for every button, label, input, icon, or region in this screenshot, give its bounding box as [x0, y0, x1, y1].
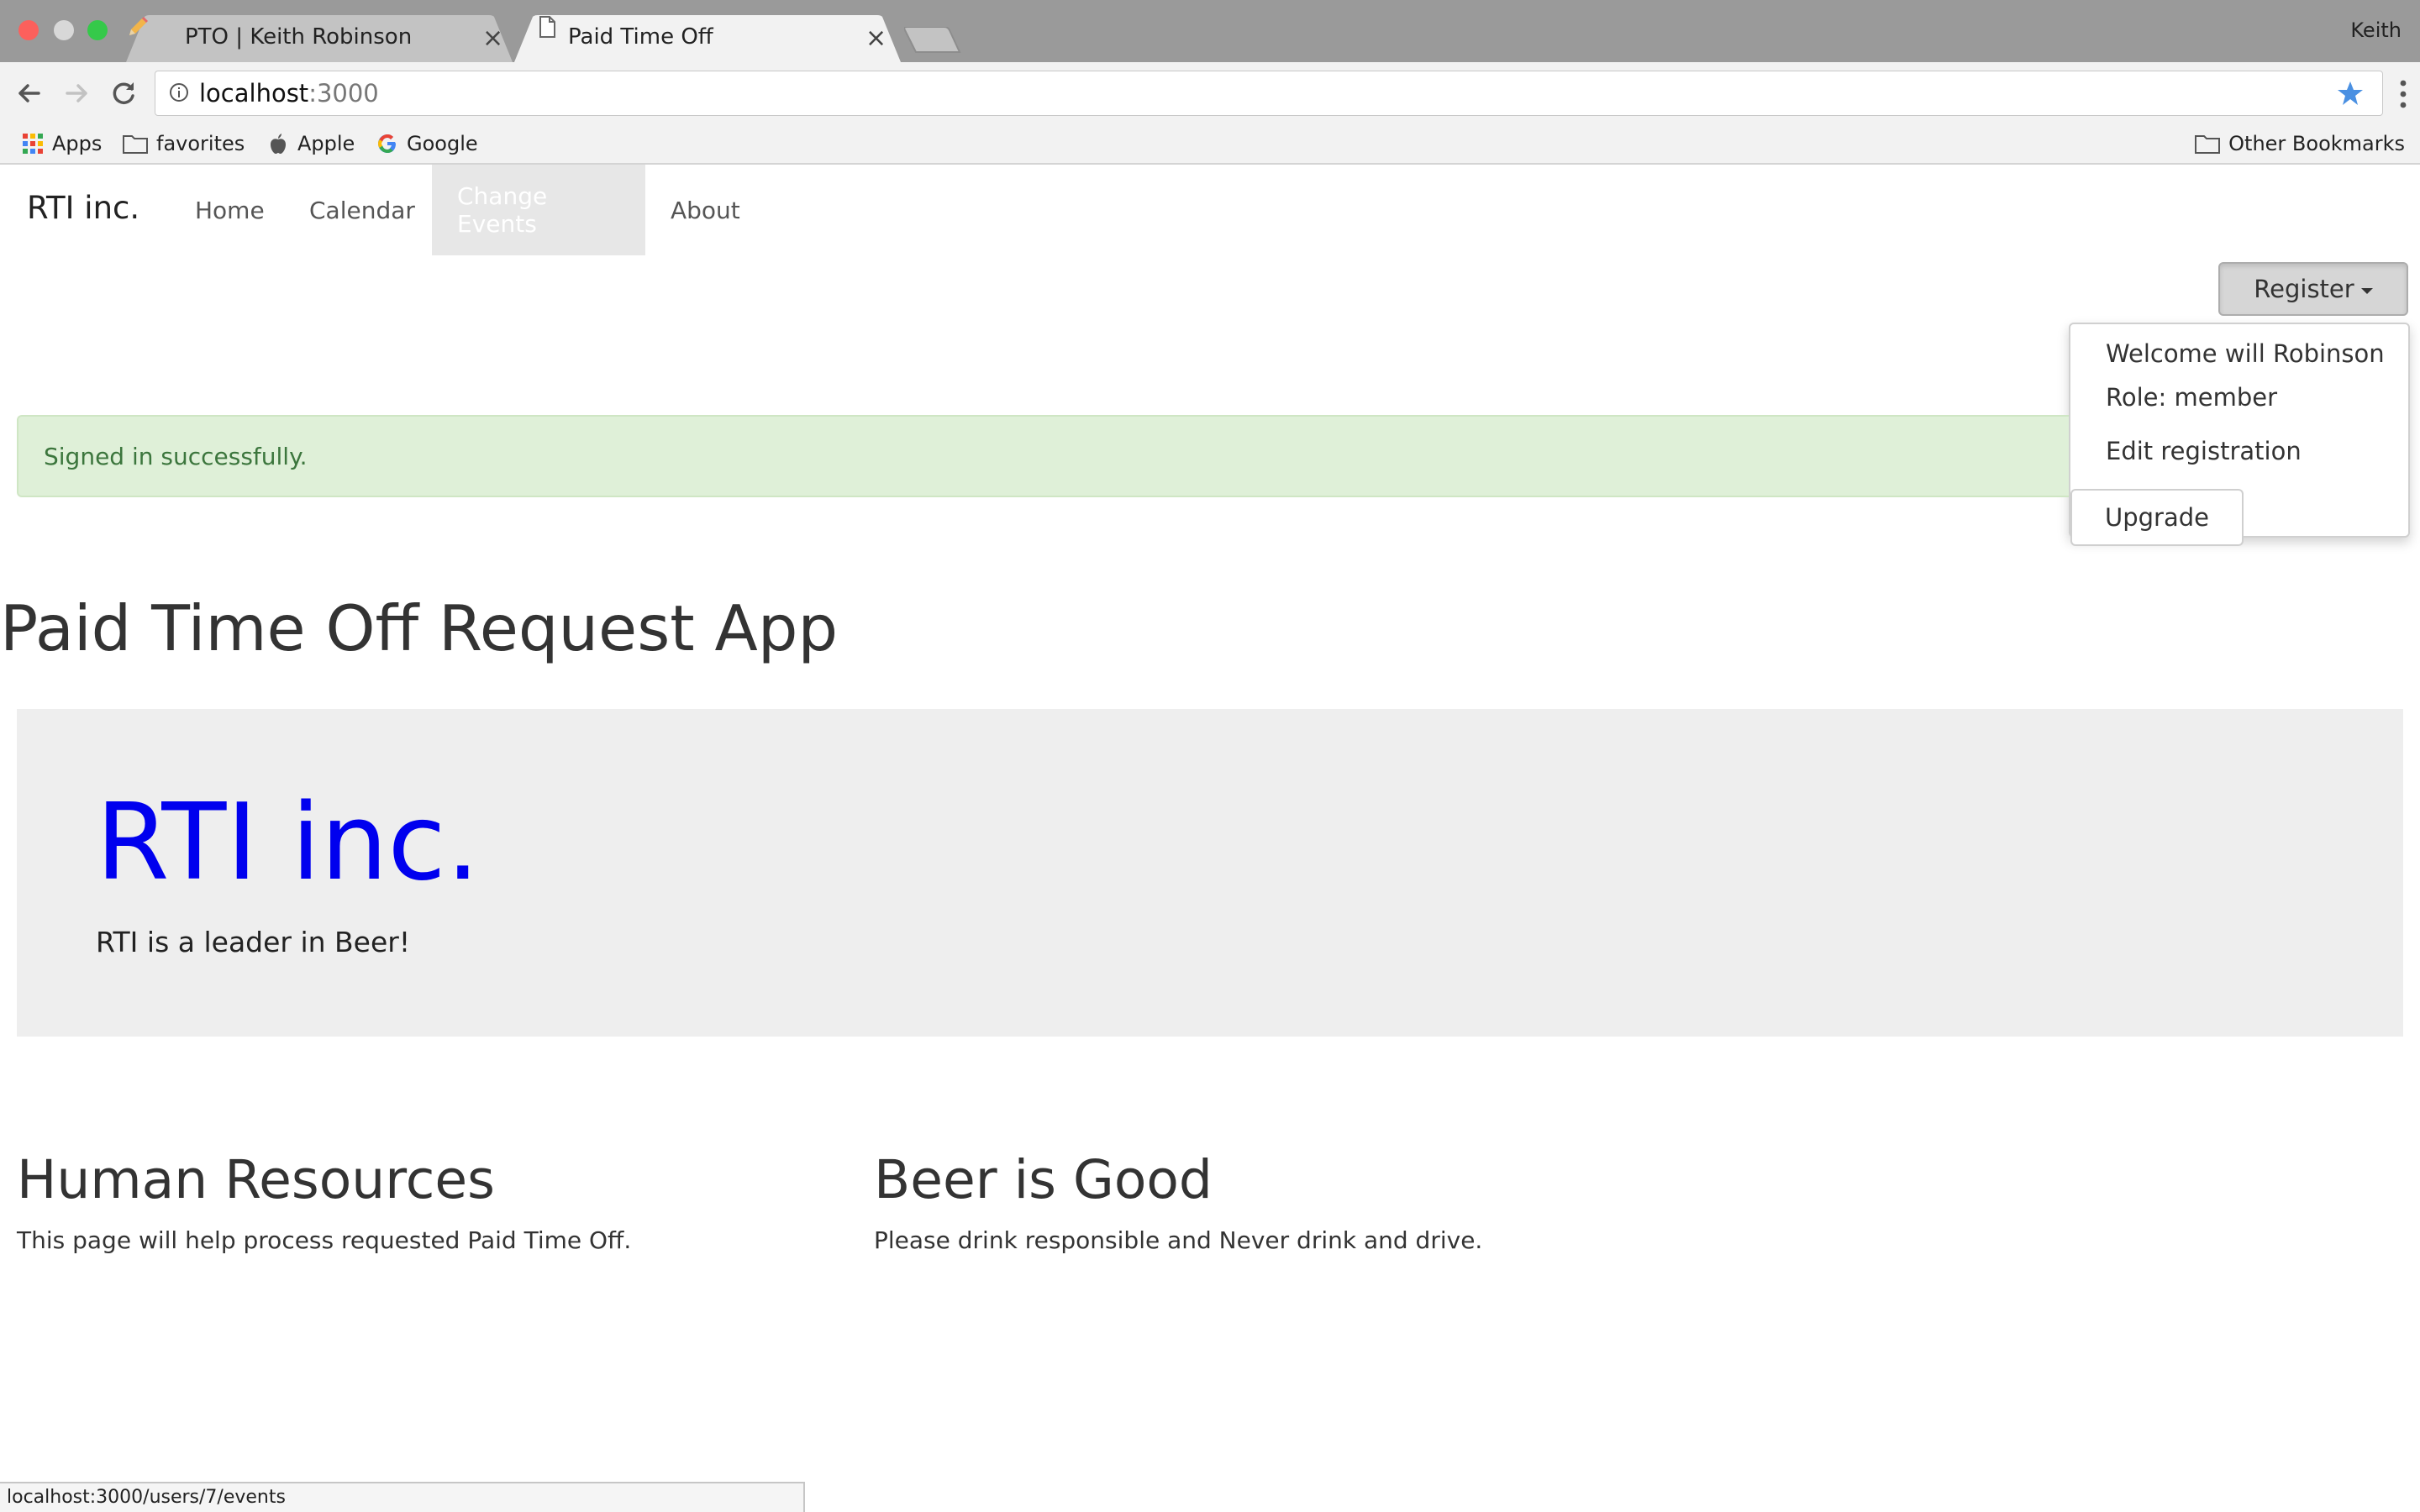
folder-icon: [2195, 135, 2221, 154]
status-url: localhost:3000/users/7/events: [7, 1487, 286, 1508]
bookmark-favorites[interactable]: favorites: [123, 124, 245, 163]
bookmarks-bar: Apps favorites Apple Google Other Bookma…: [0, 124, 2420, 165]
reload-icon[interactable]: [106, 76, 141, 111]
bookmark-label: Apps: [52, 132, 103, 155]
back-arrow-icon[interactable]: [12, 76, 47, 111]
bookmark-other-bookmarks[interactable]: Other Bookmarks: [2195, 124, 2405, 163]
forward-arrow-icon[interactable]: [59, 76, 94, 111]
flash-alert: Signed in successfully.: [17, 415, 2069, 497]
account-dropdown-menu: Welcome will Robinson Role: member Edit …: [2069, 323, 2410, 546]
maximize-window-icon[interactable]: [87, 20, 108, 40]
navbar-brand[interactable]: RTI inc.: [27, 190, 139, 226]
tab-title: Paid Time Off: [568, 24, 713, 50]
browser-tab-strip: PTO | Keith Robinson × Paid Time Off × K…: [0, 0, 2420, 62]
folder-icon: [123, 135, 148, 154]
close-tab-icon[interactable]: ×: [865, 22, 886, 55]
bookmark-google[interactable]: Google: [376, 124, 478, 163]
info-icon[interactable]: [169, 82, 189, 102]
profile-name[interactable]: Keith: [2350, 18, 2402, 42]
alert-message: Signed in successfully.: [44, 443, 308, 470]
close-window-icon[interactable]: [18, 20, 39, 40]
nav-change-events[interactable]: Change Events: [432, 165, 645, 255]
page-title: Paid Time Off Request App: [0, 591, 839, 665]
address-bar[interactable]: localhost:3000: [155, 71, 2383, 116]
browser-toolbar: localhost:3000: [0, 62, 2420, 124]
nav-calendar[interactable]: Calendar: [284, 165, 440, 255]
url-text: localhost:3000: [199, 79, 379, 108]
tab-title: PTO | Keith Robinson: [185, 24, 413, 50]
caret-down-icon: [2360, 287, 2373, 294]
minimize-window-icon[interactable]: [54, 20, 74, 40]
page-icon: [539, 16, 555, 38]
bookmark-label: Apple: [297, 132, 355, 155]
tab-paid-time-off[interactable]: Paid Time Off ×: [514, 15, 901, 62]
google-icon: [378, 134, 396, 153]
browser-menu-icon[interactable]: [2398, 79, 2408, 109]
url-port: :3000: [308, 79, 379, 108]
bookmark-apps[interactable]: Apps: [22, 124, 102, 163]
link-status-bar: localhost:3000/users/7/events: [0, 1482, 805, 1512]
close-tab-icon[interactable]: ×: [482, 22, 503, 55]
bookmark-label: Other Bookmarks: [2228, 132, 2405, 155]
bookmark-apple[interactable]: Apple: [267, 124, 355, 163]
jumbotron-heading: RTI inc.: [96, 780, 480, 904]
edit-registration-link[interactable]: Edit registration: [2106, 437, 2302, 465]
register-label: Register: [2254, 275, 2354, 303]
bookmark-star-icon[interactable]: [2337, 80, 2364, 107]
register-dropdown-button[interactable]: Register: [2218, 262, 2408, 316]
column-text-beer: Please drink responsible and Never drink…: [874, 1226, 1483, 1254]
upgrade-button[interactable]: Upgrade: [2070, 489, 2244, 546]
tab-pto-keith-robinson[interactable]: PTO | Keith Robinson ×: [126, 15, 513, 62]
jumbotron: RTI inc. RTI is a leader in Beer!: [17, 709, 2403, 1037]
new-tab-button[interactable]: [902, 26, 961, 54]
column-heading-beer: Beer is Good: [874, 1149, 1213, 1210]
column-text-hr: This page will help process requested Pa…: [17, 1226, 632, 1254]
jumbotron-tagline: RTI is a leader in Beer!: [96, 926, 411, 958]
bookmark-label: Google: [407, 132, 478, 155]
role-text: Role: member: [2106, 383, 2277, 412]
welcome-text: Welcome will Robinson: [2106, 339, 2385, 368]
nav-home[interactable]: Home: [170, 165, 290, 255]
column-heading-hr: Human Resources: [17, 1149, 495, 1210]
bookmark-label: favorites: [156, 132, 245, 155]
apps-grid-icon: [23, 134, 43, 154]
nav-about[interactable]: About: [645, 165, 765, 255]
url-host: localhost: [199, 79, 309, 108]
apple-icon: [271, 134, 286, 154]
page-content: RTI inc. Home Calendar Change Events Abo…: [0, 165, 2420, 1512]
pencil-icon: [129, 17, 148, 35]
